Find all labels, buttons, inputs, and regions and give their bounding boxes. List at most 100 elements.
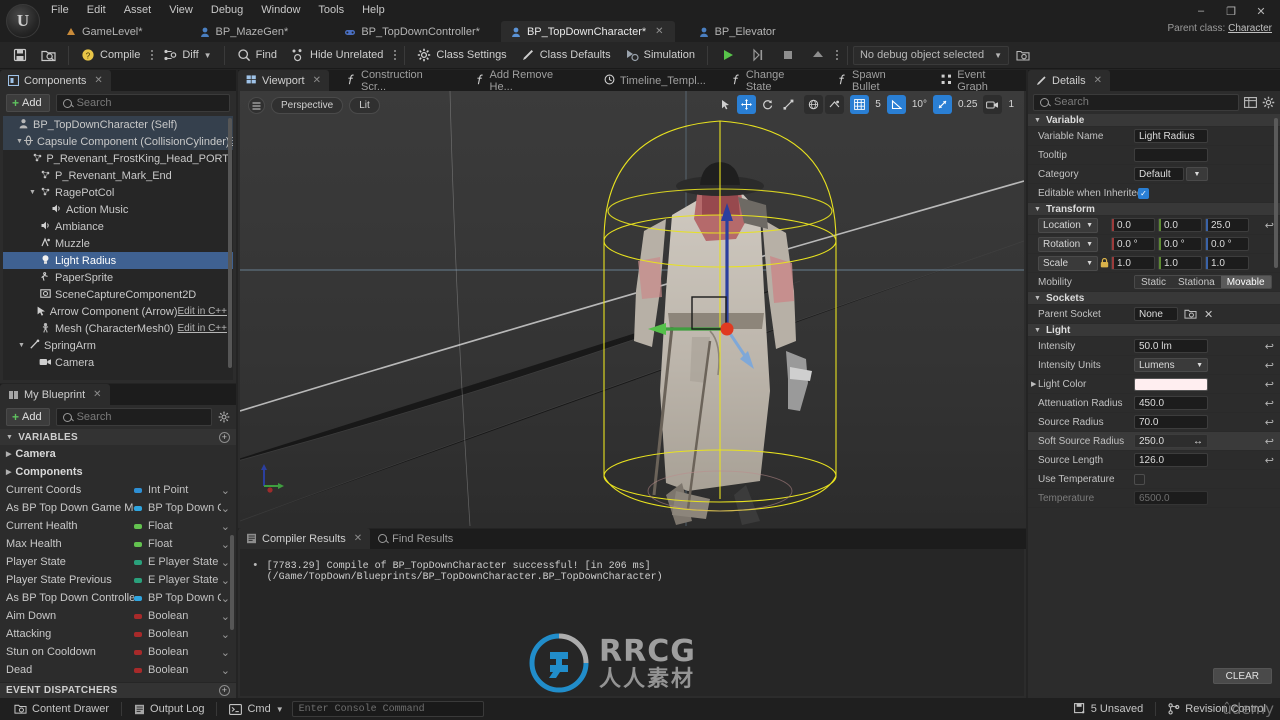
details-search-input[interactable]: Search	[1033, 93, 1239, 111]
compiler-output[interactable]: • [7783.29] Compile of BP_TopDownCharact…	[240, 549, 1024, 696]
revert-icon[interactable]: ↩	[1265, 435, 1274, 448]
asset-tab-bp-mazegen[interactable]: BP_MazeGen*	[190, 21, 300, 42]
component-tree-item[interactable]: Camera	[3, 354, 233, 371]
variable-category-row[interactable]: ▶ Components	[0, 463, 236, 481]
component-tree-item[interactable]: PaperSprite	[3, 269, 233, 286]
debug-browse-button[interactable]	[1009, 44, 1037, 67]
intensity-units-dropdown[interactable]: Lumens ▼	[1134, 358, 1208, 372]
variable-name-input[interactable]: Light Radius	[1134, 129, 1208, 143]
chevron-right-icon[interactable]: ▶	[6, 450, 11, 458]
location-y-input[interactable]: 0.0	[1158, 218, 1202, 232]
soft-source-radius-input[interactable]: 250.0 ↔	[1134, 434, 1208, 448]
my-blueprint-search-input[interactable]: Search	[55, 408, 212, 426]
details-section-variable[interactable]: ▼ Variable	[1028, 114, 1280, 127]
edit-in-cpp-link[interactable]: Edit in C++	[178, 306, 229, 317]
component-tree-item[interactable]: ▼Capsule Component (CollisionCylinder)Ed…	[3, 133, 233, 150]
angle-snap-toggle[interactable]	[886, 95, 906, 114]
asset-tab-bp-elevator[interactable]: BP_Elevator	[689, 21, 787, 42]
rotation-dropdown[interactable]: Rotation ▼	[1038, 236, 1098, 252]
component-tree-item[interactable]: ▼ RagePotCol	[3, 184, 233, 201]
variable-dropdown-icon[interactable]: ⌄	[221, 646, 230, 659]
viewport-canvas[interactable]: Perspective Lit 5 10° 0.25 1	[240, 91, 1024, 526]
class-defaults-button[interactable]: Class Defaults	[514, 44, 618, 67]
compile-button[interactable]: ? Compile	[74, 44, 147, 67]
variable-dropdown-icon[interactable]: ⌄	[221, 610, 230, 623]
parent-socket-value[interactable]: None	[1134, 307, 1178, 321]
variable-dropdown-icon[interactable]: ⌄	[221, 502, 230, 515]
select-tool-button[interactable]	[716, 95, 735, 114]
details-scrollbar[interactable]	[1274, 118, 1278, 268]
viewport-tab[interactable]: Change State	[724, 69, 820, 93]
intensity-input[interactable]: 50.0 lm	[1134, 339, 1208, 353]
mobility-movable-option[interactable]: Movable	[1220, 276, 1271, 288]
minimize-button[interactable]: –	[1186, 1, 1216, 21]
rotation-z-input[interactable]: 0.0 °	[1205, 237, 1249, 251]
lock-icon[interactable]	[1098, 258, 1111, 268]
component-tree-item[interactable]: P_Revenant_FrostKing_Head_PORT	[3, 150, 233, 167]
scale-x-input[interactable]: 1.0	[1111, 256, 1155, 270]
tooltip-input[interactable]	[1134, 148, 1208, 162]
view-mode-button[interactable]: Lit	[349, 97, 380, 114]
play-options-button[interactable]	[833, 50, 842, 60]
gear-icon[interactable]	[218, 411, 230, 423]
scale-snap-value[interactable]: 0.25	[954, 99, 981, 110]
asset-tab-bp-topdowncharacter[interactable]: BP_TopDownCharacter* ✕	[500, 21, 675, 42]
variable-row[interactable]: Player State Previous E Player State ⌄	[0, 571, 236, 589]
details-content[interactable]: ▼ Variable Variable Name Light Radius To…	[1028, 114, 1280, 600]
viewport-menu-button[interactable]	[248, 97, 265, 114]
close-icon[interactable]: ✕	[1094, 75, 1102, 86]
revert-icon[interactable]: ↩	[1265, 359, 1274, 372]
mobility-stationary-option[interactable]: Stationa	[1172, 276, 1221, 288]
variable-category-row[interactable]: ▶ Camera	[0, 445, 236, 463]
variable-row[interactable]: Max Health Float ⌄	[0, 535, 236, 553]
hide-unrelated-button[interactable]: Hide Unrelated	[284, 44, 390, 67]
variable-dropdown-icon[interactable]: ⌄	[221, 628, 230, 641]
menu-view[interactable]: View	[160, 0, 202, 20]
close-icon[interactable]: ✕	[93, 389, 101, 400]
browse-content-button[interactable]	[34, 44, 63, 67]
asset-tab-bp-topdowncontroller[interactable]: BP_TopDownController*	[335, 21, 491, 42]
light-color-swatch[interactable]	[1134, 377, 1208, 391]
category-dropdown[interactable]: ▼	[1186, 167, 1208, 181]
close-icon[interactable]: ✕	[94, 75, 102, 86]
tab-my-blueprint[interactable]: My Blueprint ✕	[0, 384, 110, 405]
save-button[interactable]	[6, 44, 34, 67]
angle-snap-value[interactable]: 10°	[908, 99, 931, 110]
add-variable-button[interactable]: + Add	[6, 408, 50, 426]
component-tree-item[interactable]: P_Revenant_Mark_End	[3, 167, 233, 184]
asset-tab-gamelevel[interactable]: GameLevel*	[56, 21, 154, 42]
clear-button[interactable]: CLEAR	[1212, 668, 1272, 684]
variable-row[interactable]: Aim Down Boolean ⌄	[0, 607, 236, 625]
variable-dropdown-icon[interactable]: ⌄	[221, 484, 230, 497]
component-tree-item[interactable]: Light Radius	[3, 252, 233, 269]
menu-asset[interactable]: Asset	[115, 0, 161, 20]
rotation-x-input[interactable]: 0.0 °	[1111, 237, 1155, 251]
components-search-input[interactable]: Search	[55, 94, 230, 112]
variable-row[interactable]: Dead Boolean ⌄	[0, 661, 236, 679]
maximize-button[interactable]: ❐	[1216, 1, 1246, 21]
close-icon[interactable]: ✕	[655, 26, 663, 37]
components-scrollbar[interactable]	[228, 118, 232, 368]
component-tree-item[interactable]: Arrow Component (Arrow) Edit in C++	[3, 303, 233, 320]
event-dispatchers-section-header[interactable]: EVENT DISPATCHERS +	[0, 682, 236, 698]
category-value[interactable]: Default	[1134, 167, 1184, 181]
scale-z-input[interactable]: 1.0	[1205, 256, 1249, 270]
camera-speed-button[interactable]	[983, 95, 1003, 114]
details-section-light[interactable]: ▼ Light	[1028, 324, 1280, 337]
settings-icon[interactable]	[1262, 96, 1275, 109]
variable-row[interactable]: Attacking Boolean ⌄	[0, 625, 236, 643]
console-command-input[interactable]: Enter Console Command	[291, 701, 484, 717]
hide-unrelated-options-button[interactable]	[390, 50, 399, 60]
variable-row[interactable]: Player State E Player State ⌄	[0, 553, 236, 571]
component-tree-item[interactable]: Ambiance	[3, 218, 233, 235]
debug-object-dropdown[interactable]: No debug object selected ▼	[852, 45, 1010, 65]
components-tree[interactable]: BP_TopDownCharacter (Self) ▼ Capsule Compo…	[3, 116, 233, 380]
tab-components[interactable]: Components ✕	[0, 70, 111, 91]
camera-speed-value[interactable]: 1	[1004, 99, 1018, 110]
variable-dropdown-icon[interactable]: ⌄	[221, 520, 230, 533]
variable-row[interactable]: Stun on Cooldown Boolean ⌄	[0, 643, 236, 661]
menu-edit[interactable]: Edit	[78, 0, 115, 20]
close-icon[interactable]: ✕	[354, 533, 362, 544]
viewport-tab[interactable]: Timeline_Templ...	[596, 70, 714, 91]
menu-debug[interactable]: Debug	[202, 0, 252, 20]
